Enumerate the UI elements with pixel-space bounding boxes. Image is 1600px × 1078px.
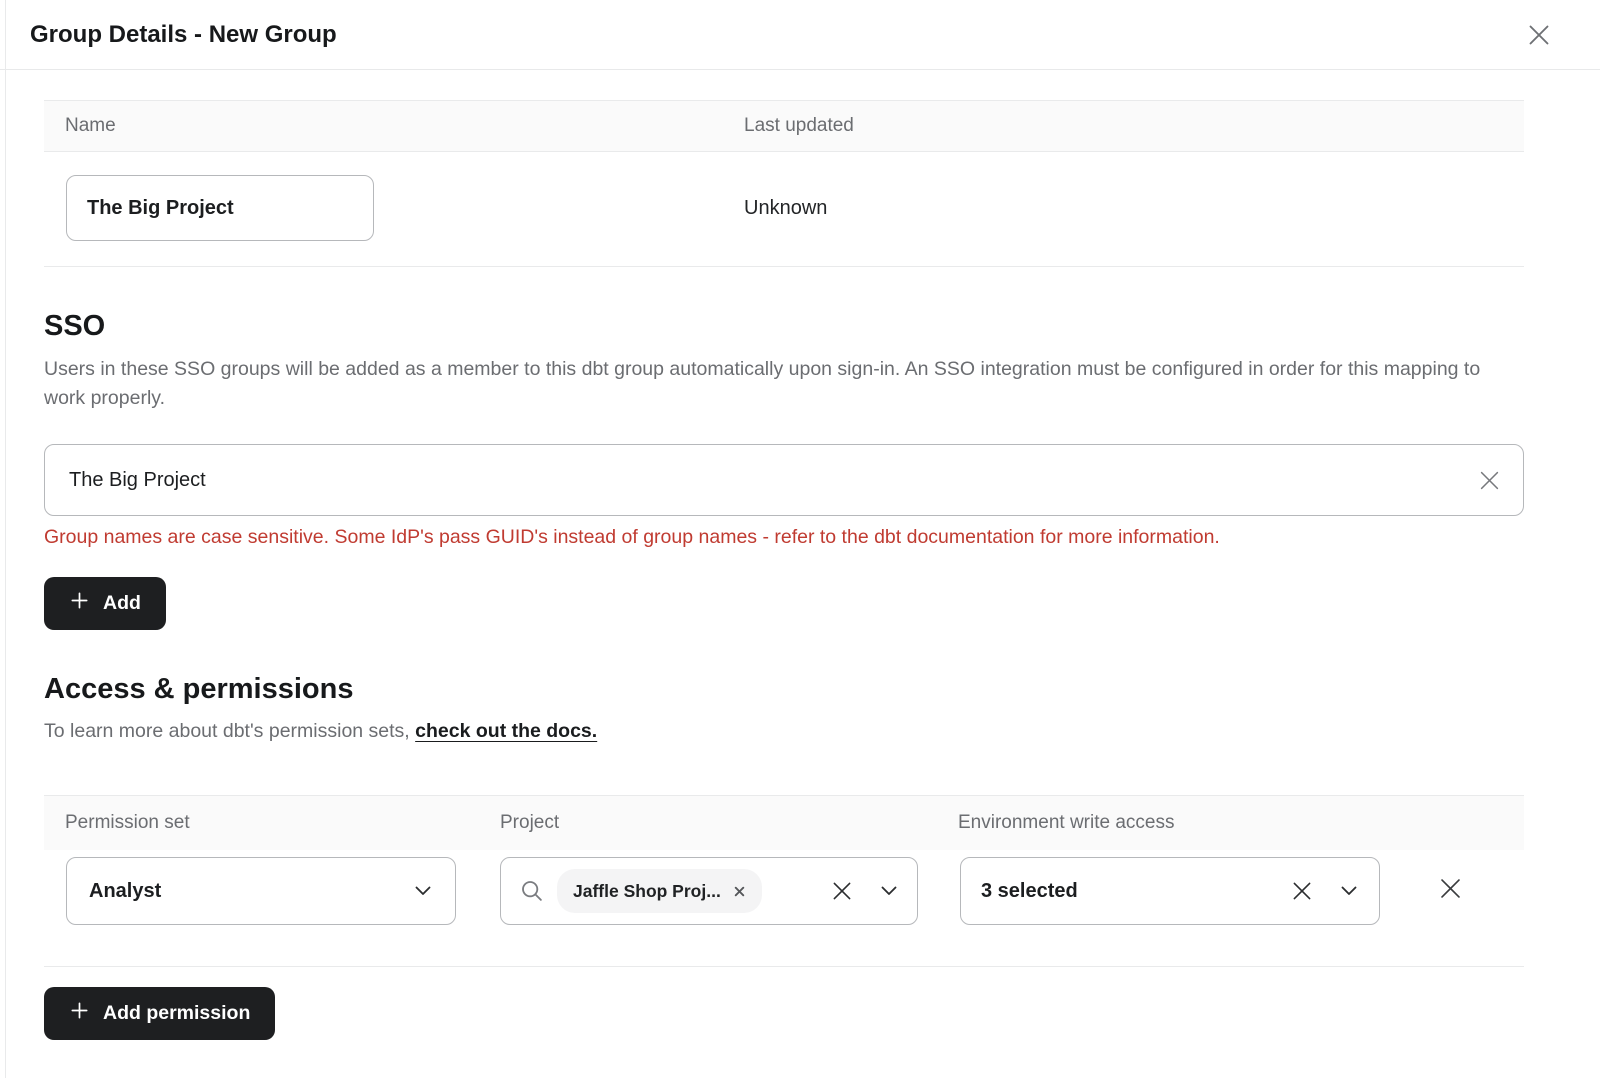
add-permission-button[interactable]: Add permission [44,987,275,1040]
last-updated-value: Unknown [723,197,1524,220]
clear-icon[interactable] [1289,878,1315,904]
permissions-table: Permission set Project Environment write… [44,795,1524,967]
docs-link[interactable]: check out the docs. [415,720,597,742]
group-name-input[interactable] [66,175,374,241]
column-header-name: Name [44,115,723,137]
group-name-table: Name Last updated Unknown [44,100,1524,267]
clear-icon[interactable] [1476,467,1503,494]
column-header-environment-write-access: Environment write access [937,812,1524,834]
sso-warning-text: Group names are case sensitive. Some IdP… [44,526,1524,549]
project-chip-label: Jaffle Shop Proj... [573,881,721,902]
project-multiselect[interactable]: Jaffle Shop Proj... [500,857,918,925]
modal-left-edge [5,0,6,1078]
chip-remove-icon[interactable] [733,885,746,898]
environment-write-access-select[interactable]: 3 selected [960,857,1380,925]
environment-selected-value: 3 selected [981,880,1078,903]
access-permissions-heading: Access & permissions [44,673,1524,706]
search-icon [519,878,545,904]
column-header-project: Project [479,812,937,834]
permission-row: Analyst Jaffle Shop Proj... [44,850,1524,967]
plus-icon [69,590,90,617]
sso-group-input[interactable] [45,445,1523,515]
sso-heading: SSO [44,310,1524,343]
chevron-down-icon[interactable] [1341,886,1357,896]
permissions-table-header: Permission set Project Environment write… [44,795,1524,850]
docs-line: To learn more about dbt's permission set… [44,720,1524,743]
modal-header: Group Details - New Group [0,0,1600,70]
project-chip[interactable]: Jaffle Shop Proj... [557,869,762,913]
plus-icon [69,1000,90,1027]
modal-body: Name Last updated Unknown SSO Users in t… [0,100,1600,1040]
page-title: Group Details - New Group [30,21,337,49]
sso-group-field [44,444,1524,516]
docs-line-text: To learn more about dbt's permission set… [44,720,415,742]
clear-icon[interactable] [829,878,855,904]
access-permissions-section: Access & permissions To learn more about… [44,673,1524,1040]
permission-set-value: Analyst [89,880,161,903]
column-header-last-updated: Last updated [723,115,1524,137]
table-row: Unknown [44,152,1524,267]
chevron-down-icon [415,886,431,896]
sso-section: SSO Users in these SSO groups will be ad… [44,310,1524,630]
remove-permission-row-icon[interactable] [1436,874,1465,903]
chevron-down-icon[interactable] [881,886,897,896]
add-button[interactable]: Add [44,577,166,630]
add-button-label: Add [103,592,141,615]
permission-set-select[interactable]: Analyst [66,857,456,925]
close-icon[interactable] [1524,20,1554,50]
column-header-permission-set: Permission set [44,812,479,834]
sso-description: Users in these SSO groups will be added … [44,355,1519,413]
add-permission-button-label: Add permission [103,1002,250,1025]
group-name-table-header: Name Last updated [44,100,1524,152]
